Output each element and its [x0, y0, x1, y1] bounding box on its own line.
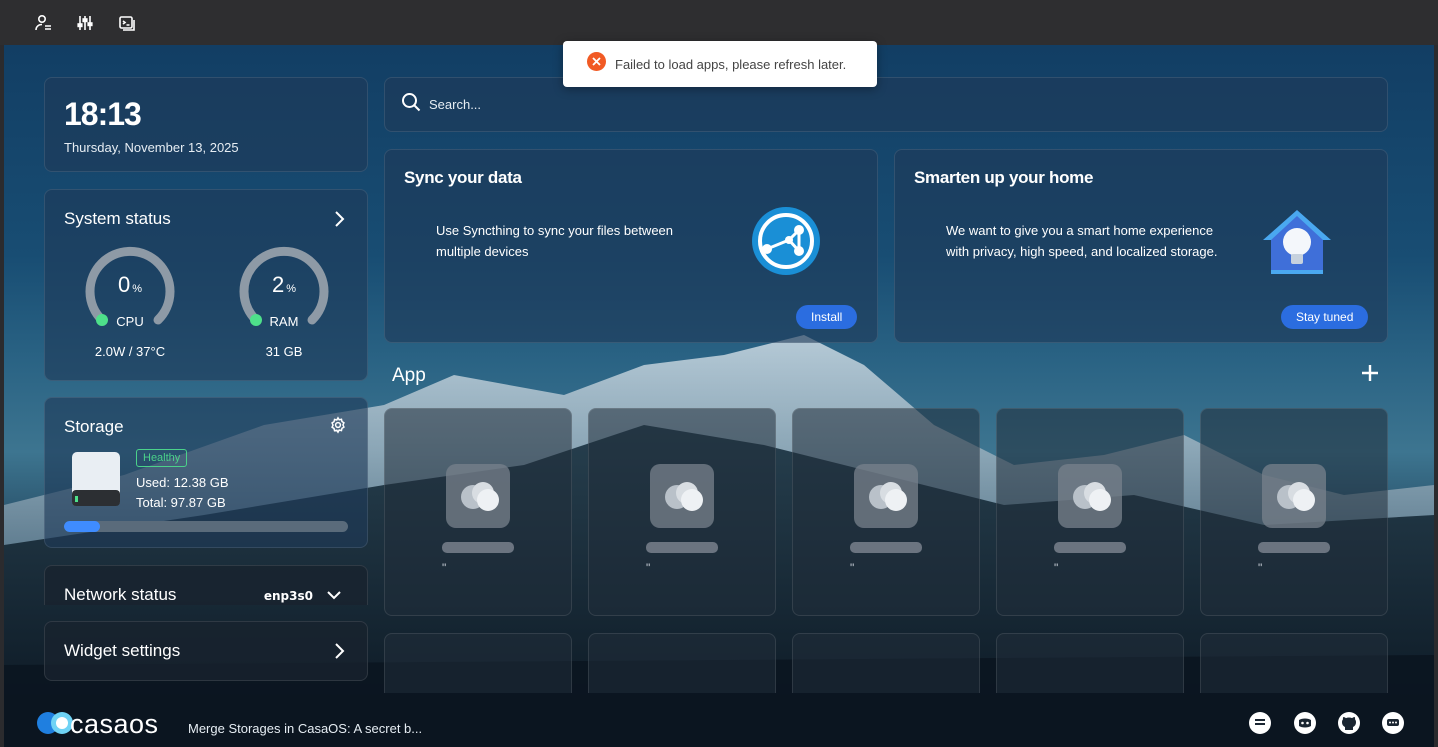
search-bar[interactable] — [384, 77, 1388, 132]
cpu-gauge: 0% CPU — [80, 242, 180, 342]
app-card-placeholder[interactable] — [588, 633, 776, 693]
storage-usage-bar — [64, 521, 348, 532]
app-placeholder-icon — [1262, 464, 1326, 528]
app-card-placeholder[interactable]: " — [1200, 408, 1388, 616]
app-name-skeleton — [442, 542, 514, 553]
search-icon — [401, 92, 421, 117]
app-placeholder-mark: " — [646, 561, 651, 575]
clock-widget: 18:13 Thursday, November 13, 2025 — [44, 77, 368, 172]
bottom-bar: casaos Merge Storages in CasaOS: A secre… — [4, 697, 1434, 747]
app-placeholder-mark: " — [1054, 561, 1059, 575]
app-card-placeholder[interactable]: " — [588, 408, 776, 616]
sliders-icon[interactable] — [74, 12, 96, 34]
terminal-icon[interactable] — [116, 12, 138, 34]
toast-message: Failed to load apps, please refresh late… — [615, 56, 847, 72]
syncthing-icon — [751, 206, 821, 281]
news-ticker[interactable]: Merge Storages in CasaOS: A secret b... — [188, 721, 422, 736]
promo-description: Use Syncthing to sync your files between… — [436, 223, 674, 259]
error-toast: Failed to load apps, please refresh late… — [563, 41, 877, 87]
ram-detail: 31 GB — [265, 344, 303, 359]
gear-icon[interactable] — [329, 416, 347, 439]
app-placeholder-icon — [650, 464, 714, 528]
storage-used: Used: 12.38 GB — [136, 475, 229, 490]
promo-title: Sync your data — [404, 168, 522, 187]
storage-widget: Storage Healthy Used: 12.38 GB Total: 97… — [44, 397, 368, 548]
user-settings-icon[interactable] — [32, 12, 54, 34]
ram-unit: % — [286, 283, 297, 295]
app-name-skeleton — [646, 542, 718, 553]
app-name-skeleton — [1054, 542, 1126, 553]
system-status-title: System status — [64, 209, 171, 228]
promo-card-smart-home: Smarten up your home We want to give you… — [894, 149, 1388, 343]
app-card-placeholder[interactable] — [996, 633, 1184, 693]
clock-date: Thursday, November 13, 2025 — [64, 140, 239, 155]
message-icon[interactable] — [1381, 711, 1405, 735]
clock-time: 18:13 — [64, 96, 142, 132]
add-app-icon[interactable] — [1360, 363, 1380, 388]
app-card-placeholder[interactable]: " — [384, 408, 572, 616]
app-placeholder-mark: " — [1258, 561, 1263, 575]
storage-usage-fill — [64, 521, 100, 532]
chevron-down-icon[interactable] — [326, 588, 342, 606]
system-status-widget: System status 0% CPU 2.0W / 37°C 2% RAM … — [44, 189, 368, 381]
network-interface[interactable]: enp3s0 — [264, 589, 313, 603]
chat-icon[interactable] — [1248, 711, 1272, 735]
chevron-right-icon[interactable] — [332, 210, 346, 233]
app-card-placeholder[interactable] — [384, 633, 572, 693]
app-card-placeholder[interactable]: " — [792, 408, 980, 616]
app-name-skeleton — [850, 542, 922, 553]
discord-icon[interactable] — [1293, 711, 1317, 735]
casaos-logo-text: casaos — [70, 709, 159, 739]
app-placeholder-icon — [1058, 464, 1122, 528]
disk-icon — [71, 452, 121, 513]
github-icon[interactable] — [1337, 711, 1361, 735]
network-status-widget: Network status enp3s0 — [44, 565, 368, 605]
app-card-placeholder[interactable] — [1200, 633, 1388, 693]
error-icon — [587, 52, 606, 76]
cpu-detail: 2.0W / 37°C — [94, 344, 166, 359]
widget-settings-title: Widget settings — [64, 641, 181, 660]
cpu-value: 0 — [117, 272, 131, 297]
status-badge: Healthy — [136, 449, 188, 467]
promo-card-sync: Sync your data Use Syncthing to sync you… — [384, 149, 878, 343]
network-status-title: Network status — [64, 585, 177, 604]
ram-value: 2 — [271, 272, 285, 297]
cpu-label: CPU — [116, 314, 144, 329]
promo-description: We want to give you a smart home experie… — [946, 223, 1218, 259]
top-toolbar — [0, 0, 1438, 45]
app-placeholder-icon — [446, 464, 510, 528]
app-name-skeleton — [1258, 542, 1330, 553]
stay-tuned-button[interactable]: Stay tuned — [1281, 305, 1369, 329]
search-input[interactable] — [429, 97, 1029, 112]
chevron-right-icon[interactable] — [332, 642, 346, 665]
ram-gauge: 2% RAM — [234, 242, 334, 342]
app-card-placeholder[interactable]: " — [996, 408, 1184, 616]
app-placeholder-mark: " — [442, 561, 447, 575]
storage-total: Total: 97.87 GB — [136, 495, 226, 510]
storage-title: Storage — [64, 417, 124, 436]
app-section-title: App — [392, 365, 426, 386]
widget-settings-button[interactable]: Widget settings — [44, 621, 368, 681]
ram-label: RAM — [269, 314, 299, 329]
app-placeholder-mark: " — [850, 561, 855, 575]
desktop-background: 18:13 Thursday, November 13, 2025 System… — [4, 45, 1434, 747]
cpu-unit: % — [132, 283, 143, 295]
promo-title: Smarten up your home — [914, 168, 1094, 187]
app-card-placeholder[interactable] — [792, 633, 980, 693]
install-button[interactable]: Install — [796, 305, 858, 329]
app-placeholder-icon — [854, 464, 918, 528]
smart-home-icon — [1261, 206, 1333, 283]
